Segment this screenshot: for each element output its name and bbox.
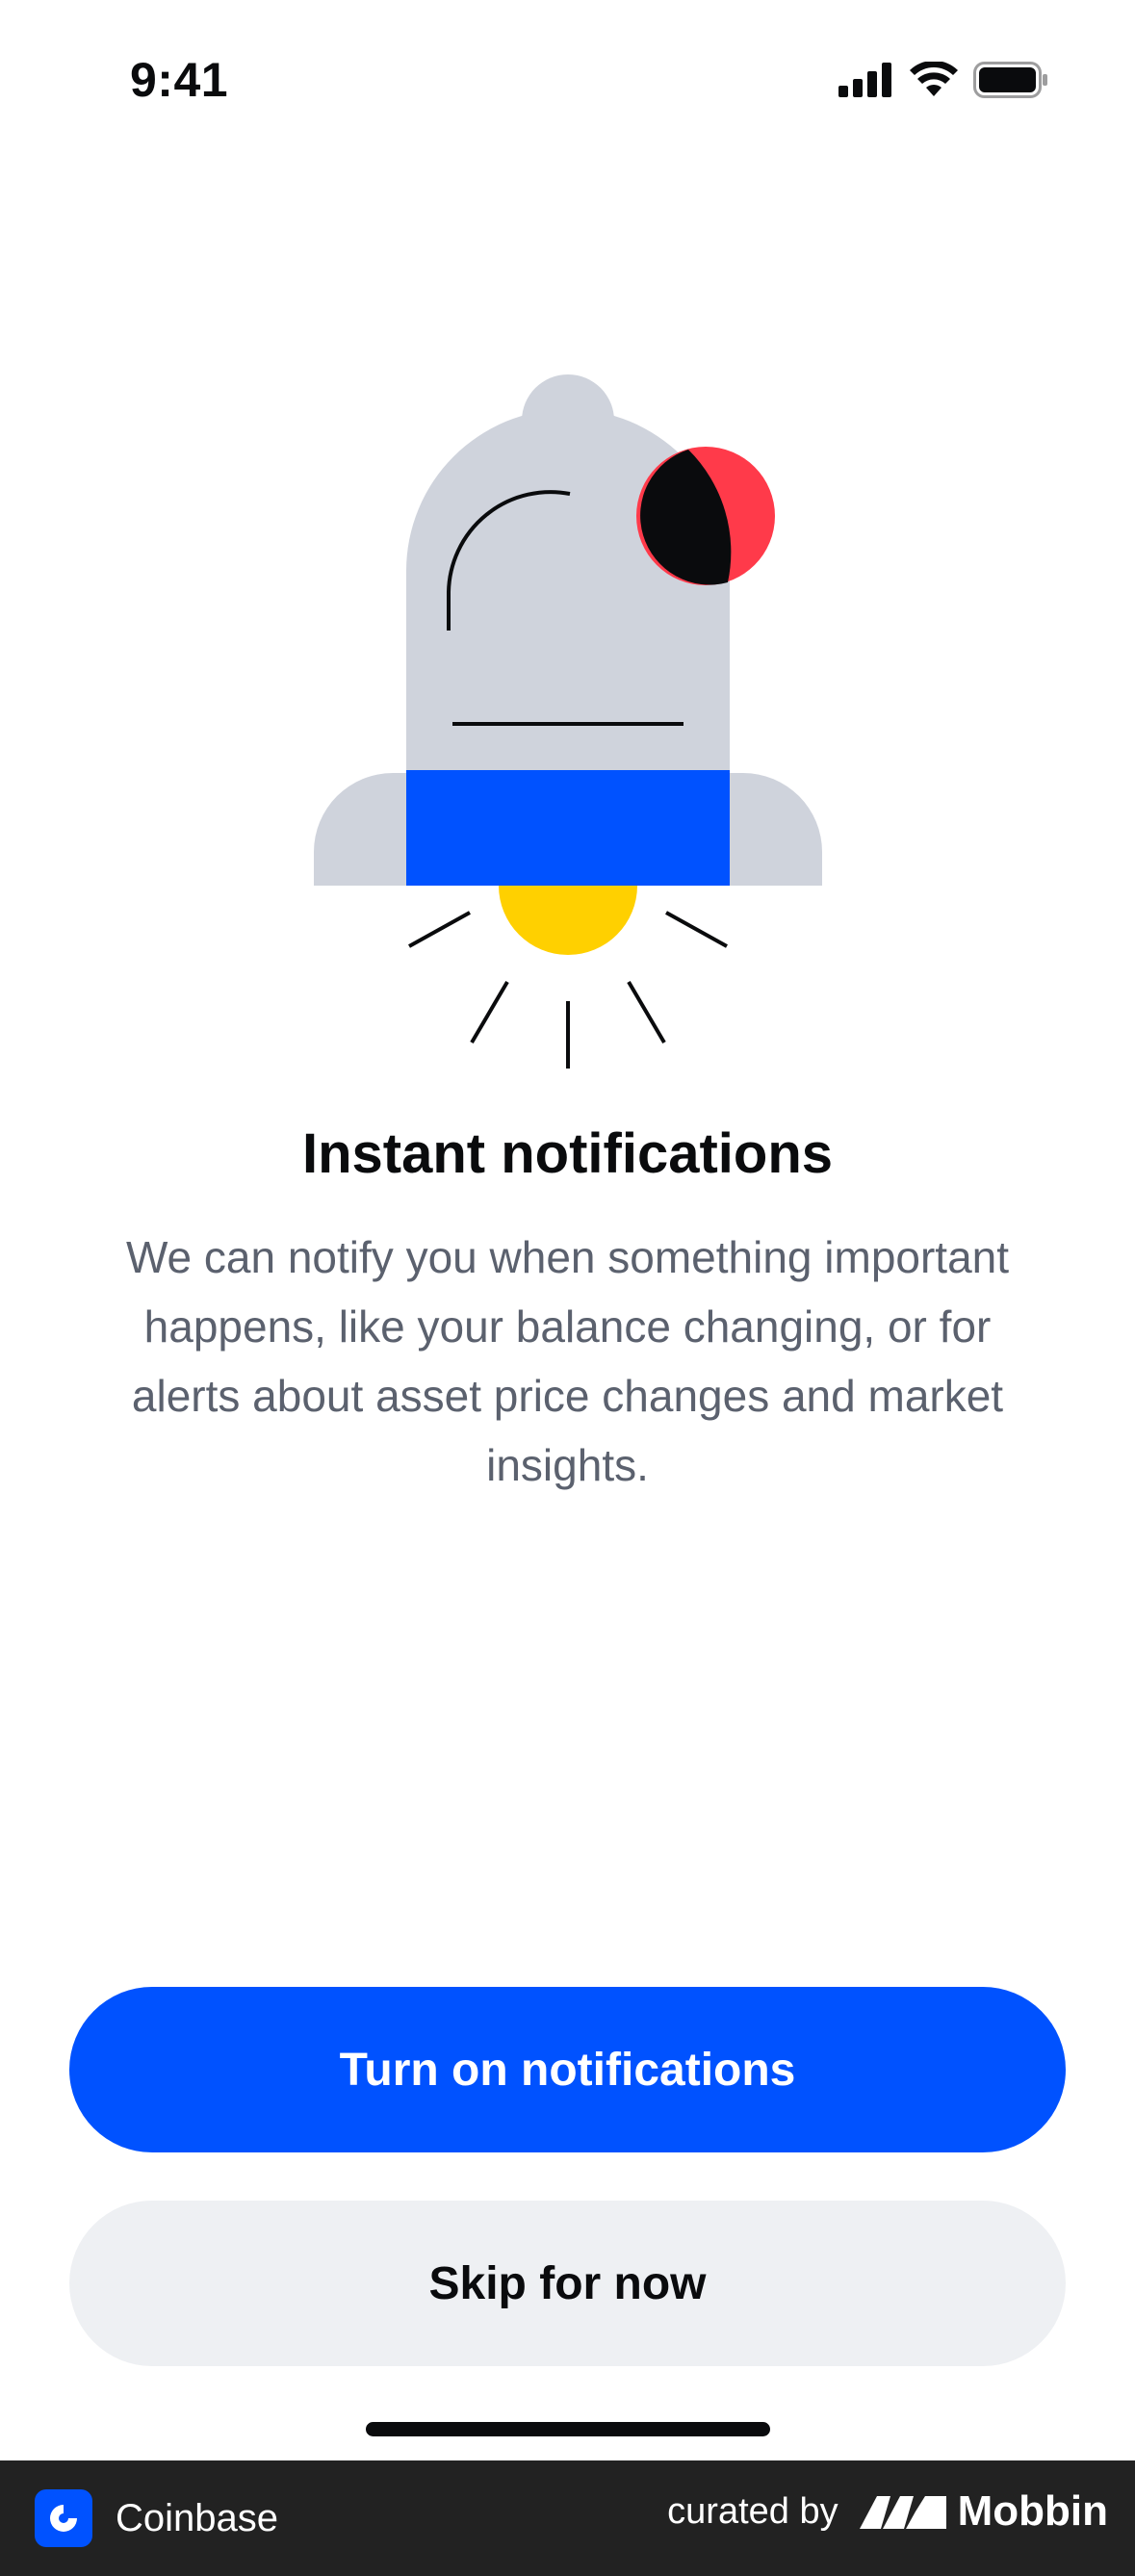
notifications-onboarding-screen: 9:41 Instant notifications We can notify…: [0, 0, 1135, 2576]
coinbase-logo-icon: [35, 2489, 92, 2547]
page-description: We can notify you when something importa…: [125, 1232, 1010, 1490]
bell-left-flare: [314, 773, 406, 886]
mobbin-brand: Mobbin: [859, 2487, 1108, 2536]
home-indicator: [366, 2422, 770, 2436]
footer-bar: Coinbase curated by Mobbin: [0, 2460, 1135, 2576]
wifi-icon: [910, 62, 958, 96]
bell-right-flare: [730, 773, 822, 886]
status-bar: 9:41: [0, 0, 1135, 164]
bell-blue-band: [406, 770, 730, 886]
footer-credit: curated by Mobbin: [667, 2487, 1108, 2536]
mobbin-name: Mobbin: [957, 2487, 1108, 2535]
footer-curated-label: curated by: [667, 2490, 838, 2532]
footer-app-name: Coinbase: [116, 2496, 279, 2539]
cellular-signal-icon: [838, 63, 891, 97]
footer-app: Coinbase: [35, 2489, 278, 2547]
battery-icon: [973, 62, 1047, 98]
bell-illustration: [314, 374, 822, 1069]
status-time: 9:41: [130, 53, 229, 107]
turn-on-notifications-button[interactable]: Turn on notifications: [69, 1987, 1066, 2152]
status-icons: [838, 62, 1048, 98]
mobbin-logo-icon: [859, 2496, 946, 2529]
skip-for-now-button[interactable]: Skip for now: [69, 2201, 1066, 2366]
bell-clapper: [499, 886, 637, 955]
coinbase-c-icon: [50, 2505, 77, 2532]
page-title: Instant notifications: [302, 1122, 833, 1185]
